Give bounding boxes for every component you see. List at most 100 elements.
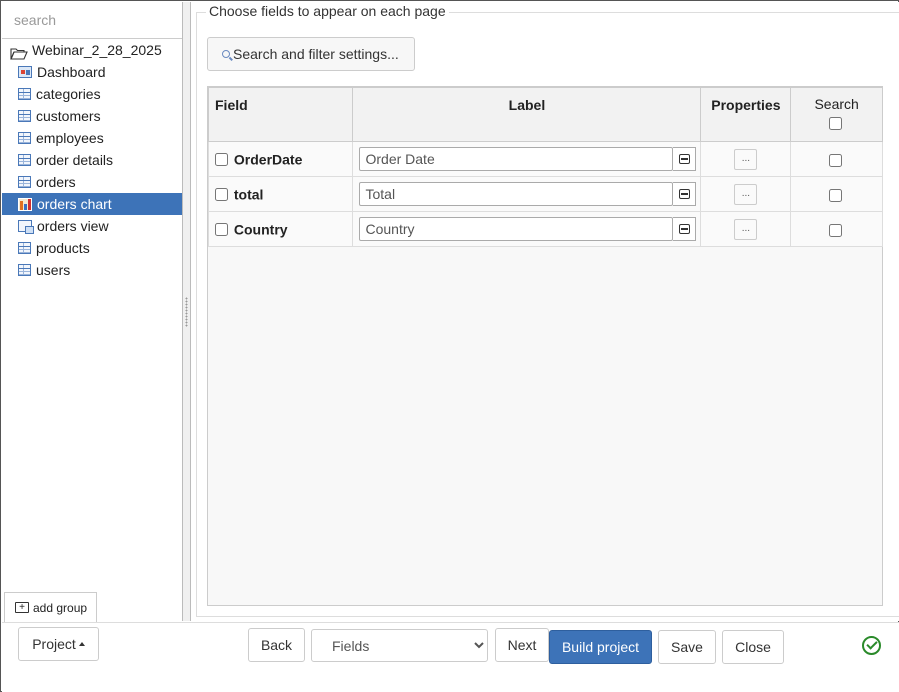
sidebar-item-dashboard[interactable]: Dashboard xyxy=(2,61,182,83)
table-icon xyxy=(18,242,31,254)
column-header-field: Field xyxy=(207,87,354,142)
project-name: Webinar_2_28_2025 xyxy=(32,42,162,58)
search-checkbox[interactable] xyxy=(829,223,843,237)
fieldset-legend: Choose fields to appear on each page xyxy=(206,3,449,19)
sidebar-item-orders[interactable]: orders xyxy=(2,171,182,193)
field-name: OrderDate xyxy=(233,151,303,168)
label-edit-button[interactable] xyxy=(673,182,697,206)
chart-icon xyxy=(18,197,32,211)
table-icon xyxy=(18,154,31,166)
properties-button[interactable]: ... xyxy=(734,219,758,240)
table-row: Country ... xyxy=(207,211,883,247)
build-project-button[interactable]: Build project xyxy=(549,630,652,664)
sidebar-item-orders-chart[interactable]: orders chart xyxy=(2,193,182,215)
sidebar-item-label: order details xyxy=(36,152,114,168)
sidebar-search-input[interactable] xyxy=(2,2,182,39)
field-name: total xyxy=(233,186,264,203)
table-icon xyxy=(18,176,31,188)
field-select-checkbox[interactable] xyxy=(215,223,228,237)
sidebar-item-label: employees xyxy=(36,130,104,146)
back-button[interactable]: Back xyxy=(248,628,305,662)
table-icon xyxy=(18,264,31,276)
column-header-search: Search xyxy=(790,87,883,142)
add-group-button[interactable]: + add group xyxy=(4,592,97,622)
edit-label-icon xyxy=(678,154,690,164)
field-cell: total xyxy=(207,176,354,212)
search-cell xyxy=(790,176,883,212)
sidebar-splitter[interactable] xyxy=(183,2,191,621)
add-folder-icon: + xyxy=(15,602,29,613)
properties-cell: ... xyxy=(700,211,792,247)
table-row: OrderDate ... xyxy=(207,141,883,177)
label-edit-button[interactable] xyxy=(673,217,697,241)
close-button[interactable]: Close xyxy=(722,630,784,664)
project-button-label: Project xyxy=(32,636,76,652)
dashboard-icon xyxy=(18,66,32,78)
properties-cell: ... xyxy=(700,176,792,212)
search-checkbox[interactable] xyxy=(829,153,843,167)
search-column-title: Search xyxy=(814,96,859,112)
filter-button-label: Search and filter settings... xyxy=(233,46,399,62)
field-select-checkbox[interactable] xyxy=(215,188,228,202)
next-button[interactable]: Next xyxy=(495,628,549,662)
sidebar-item-label: orders chart xyxy=(37,196,112,212)
wizard-step-select[interactable]: Fields xyxy=(311,629,488,662)
table-icon xyxy=(18,132,31,144)
folder-open-icon xyxy=(10,44,28,60)
fields-grid: Field Label Properties Search OrderDate xyxy=(207,86,883,606)
app-window: Webinar_2_28_2025 Dashboard categories c… xyxy=(0,0,899,692)
sidebar-item-categories[interactable]: categories xyxy=(2,83,182,105)
table-icon xyxy=(18,110,31,122)
column-header-label: Label xyxy=(352,87,702,142)
sidebar-item-order-details[interactable]: order details xyxy=(2,149,182,171)
table-icon xyxy=(18,88,31,100)
sidebar-item-products[interactable]: products xyxy=(2,237,182,259)
sidebar-item-orders-view[interactable]: orders view xyxy=(2,215,182,237)
check-circle-icon xyxy=(862,636,881,655)
edit-label-icon xyxy=(678,189,690,199)
field-name: Country xyxy=(233,221,288,238)
bottom-action-bar: Project Back Fields Next Build project S… xyxy=(2,622,899,692)
table-header-row: Field Label Properties Search xyxy=(207,87,883,142)
sidebar-item-label: categories xyxy=(36,86,101,102)
properties-cell: ... xyxy=(700,141,792,177)
label-cell xyxy=(352,211,702,247)
tree-project-root[interactable]: Webinar_2_28_2025 xyxy=(2,39,182,61)
edit-label-icon xyxy=(678,224,690,234)
label-edit-button[interactable] xyxy=(673,147,697,171)
fields-table: Field Label Properties Search OrderDate xyxy=(207,87,883,247)
label-cell xyxy=(352,141,702,177)
label-cell xyxy=(352,176,702,212)
save-button[interactable]: Save xyxy=(658,630,716,664)
field-cell: OrderDate xyxy=(207,141,354,177)
sidebar-item-label: customers xyxy=(36,108,101,124)
project-tree: Webinar_2_28_2025 Dashboard categories c… xyxy=(2,39,182,281)
properties-button[interactable]: ... xyxy=(734,149,758,170)
properties-button[interactable]: ... xyxy=(734,184,758,205)
caret-up-icon xyxy=(78,642,85,646)
sidebar-item-label: products xyxy=(36,240,90,256)
label-input[interactable] xyxy=(359,217,674,241)
project-menu-button[interactable]: Project xyxy=(18,627,99,661)
field-select-checkbox[interactable] xyxy=(215,153,228,167)
column-header-properties: Properties xyxy=(700,87,792,142)
search-filter-settings-button[interactable]: Search and filter settings... xyxy=(207,37,415,71)
add-group-label: add group xyxy=(33,600,88,615)
search-checkbox[interactable] xyxy=(829,188,843,202)
sidebar-item-customers[interactable]: customers xyxy=(2,105,182,127)
label-input[interactable] xyxy=(359,182,674,206)
sidebar-item-employees[interactable]: employees xyxy=(2,127,182,149)
label-input[interactable] xyxy=(359,147,674,171)
sidebar: Webinar_2_28_2025 Dashboard categories c… xyxy=(2,2,183,622)
sidebar-item-label: Dashboard xyxy=(37,64,106,80)
view-icon xyxy=(18,220,34,234)
search-icon xyxy=(222,50,230,58)
search-all-checkbox[interactable] xyxy=(829,117,843,131)
sidebar-item-label: orders view xyxy=(37,218,109,234)
main-panel: Choose fields to appear on each page Sea… xyxy=(192,2,899,621)
sidebar-item-users[interactable]: users xyxy=(2,259,182,281)
sidebar-item-label: orders xyxy=(36,174,76,190)
search-cell xyxy=(790,141,883,177)
splitter-grip[interactable] xyxy=(185,297,188,327)
table-row: total ... xyxy=(207,176,883,212)
